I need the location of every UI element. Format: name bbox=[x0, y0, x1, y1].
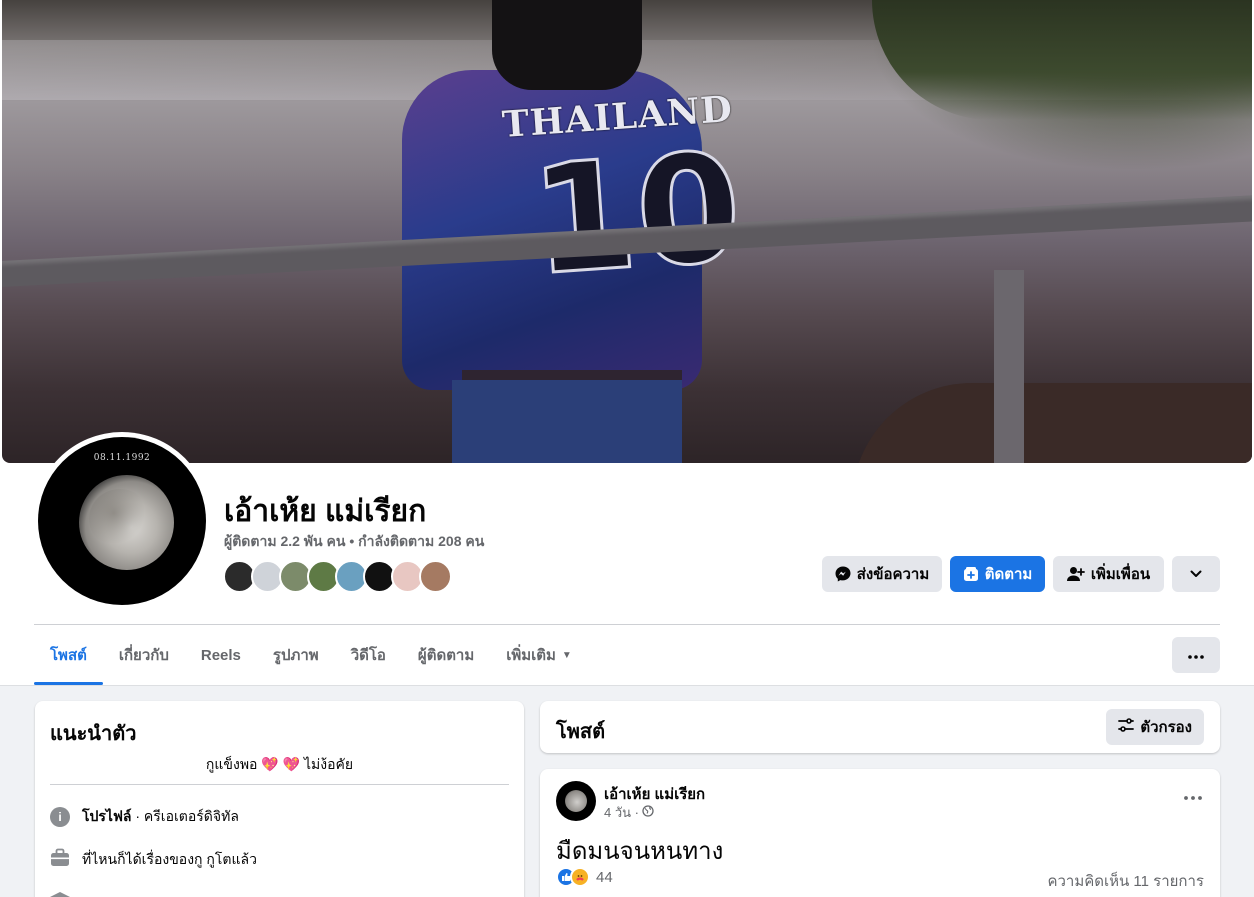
friend-avatars bbox=[223, 560, 452, 593]
reaction-count: 44 bbox=[596, 868, 613, 886]
bio: กูแข็งพอ 💖 💖 ไม่ง้อคัย bbox=[35, 754, 524, 776]
moon-image bbox=[79, 475, 174, 570]
filter-button[interactable]: ตัวกรอง bbox=[1106, 709, 1204, 745]
post-text: มืดมนจนหนทาง bbox=[556, 838, 724, 865]
filter-icon bbox=[1118, 718, 1135, 736]
followers-link[interactable]: ผู้ติดตาม 2.2 พัน คน bbox=[224, 533, 345, 549]
tabs-more-button[interactable] bbox=[1172, 637, 1220, 673]
comment-count[interactable]: ความคิดเห็น 11 รายการ bbox=[1047, 869, 1204, 893]
intro-profile-row: i โปรไฟล์ · ครีเอเตอร์ดิจิทัล bbox=[50, 806, 239, 828]
post-card: เอ้าเห้ย แม่เรียก 4 วัน · มืดมนจนหนทาง 4… bbox=[540, 769, 1220, 897]
follow-button[interactable]: ติดตาม bbox=[950, 556, 1045, 592]
tab-label: วิดีโอ bbox=[350, 647, 386, 664]
add-friend-button[interactable]: เพิ่มเพื่อน bbox=[1053, 556, 1164, 592]
add-friend-icon bbox=[1066, 566, 1085, 582]
message-label: ส่งข้อความ bbox=[856, 566, 930, 583]
follow-icon bbox=[963, 566, 979, 582]
profile-type: · ครีเอเตอร์ดิจิทัล bbox=[131, 808, 239, 824]
tab-label: รูปภาพ bbox=[272, 647, 319, 664]
tab-label: เกี่ยวกับ bbox=[118, 647, 169, 664]
profile-name: เอ้าเห้ย แม่เรียก bbox=[224, 495, 427, 528]
education-icon bbox=[50, 890, 70, 897]
tab-4[interactable]: วิดีโอ bbox=[335, 625, 402, 685]
cover-photo[interactable]: THAILAND 10 bbox=[2, 0, 1252, 463]
globe-icon bbox=[642, 805, 654, 820]
profile-stats: ผู้ติดตาม 2.2 พัน คน • กำลังติดตาม 208 ค… bbox=[224, 531, 484, 553]
stats-separator: • bbox=[349, 533, 355, 549]
intro-divider bbox=[50, 784, 509, 785]
bio-left: กูแข็งพอ bbox=[205, 756, 258, 772]
bio-right: ไม่ง้อคัย bbox=[304, 756, 354, 772]
tab-label: ผู้ติดตาม bbox=[417, 647, 475, 664]
intro-card: แนะนำตัว กูแข็งพอ 💖 💖 ไม่ง้อคัย i โปรไฟล… bbox=[35, 701, 524, 897]
post-options-button[interactable] bbox=[1184, 787, 1202, 805]
ellipsis-icon bbox=[1188, 646, 1204, 664]
profile-avatar[interactable]: 08.11.1992 bbox=[38, 437, 206, 605]
tab-5[interactable]: ผู้ติดตาม bbox=[402, 625, 490, 685]
ellipsis-icon bbox=[1184, 787, 1202, 804]
tab-3[interactable]: รูปภาพ bbox=[257, 625, 335, 685]
following-link[interactable]: กำลังติดตาม 208 คน bbox=[358, 533, 484, 549]
profile-tabs: โพสต์ เกี่ยวกับ Reels รูปภาพ วิดีโอ ผู้ติดตาม… bbox=[34, 625, 588, 685]
friend-avatar[interactable] bbox=[419, 560, 452, 593]
post-meta: 4 วัน · bbox=[604, 802, 654, 823]
avatar-date: 08.11.1992 bbox=[93, 453, 151, 463]
briefcase-icon bbox=[50, 848, 70, 871]
intro-title: แนะนำตัว bbox=[50, 723, 137, 745]
caret-down-icon: ▼ bbox=[561, 649, 572, 661]
intro-work-row: ที่ไหนก็ได้เรื่องของกู กูโตแล้ว bbox=[50, 848, 257, 871]
follow-label: ติดตาม bbox=[984, 566, 1033, 583]
intro-extra-row bbox=[50, 890, 70, 897]
filter-label: ตัวกรอง bbox=[1140, 719, 1192, 736]
heart-icon: 💖 💖 bbox=[261, 756, 301, 772]
message-button[interactable]: ส่งข้อความ bbox=[822, 556, 942, 592]
posts-title: โพสต์ bbox=[556, 721, 606, 743]
tab-2[interactable]: Reels bbox=[185, 625, 257, 685]
tab-1[interactable]: เกี่ยวกับ bbox=[103, 625, 185, 685]
tab-6[interactable]: เพิ่มเติม ▼ bbox=[490, 625, 588, 685]
profile-header: THAILAND 10 08.11.1992 เอ้าเห้ย แม่เรียก… bbox=[0, 0, 1254, 686]
header-shadow bbox=[0, 685, 1254, 686]
info-icon: i bbox=[50, 807, 70, 827]
post-avatar[interactable] bbox=[556, 781, 596, 821]
chevron-down-icon bbox=[1190, 570, 1202, 578]
messenger-icon bbox=[835, 566, 851, 582]
tab-0[interactable]: โพสต์ bbox=[34, 625, 103, 685]
post-reactions[interactable]: 44 bbox=[556, 867, 613, 887]
care-reaction-icon bbox=[570, 867, 590, 887]
posts-header-card: โพสต์ ตัวกรอง bbox=[540, 701, 1220, 753]
tab-label: เพิ่มเติม bbox=[506, 647, 556, 664]
tab-label: Reels bbox=[200, 646, 241, 664]
add-friend-label: เพิ่มเพื่อน bbox=[1090, 566, 1151, 583]
more-actions-button[interactable] bbox=[1172, 556, 1220, 592]
work-text: ที่ไหนก็ได้เรื่องของกู กูโตแล้ว bbox=[82, 850, 257, 867]
profile-label: โปรไฟล์ bbox=[82, 808, 132, 824]
tab-label: โพสต์ bbox=[50, 647, 87, 664]
post-time[interactable]: 4 วัน · bbox=[604, 802, 639, 823]
